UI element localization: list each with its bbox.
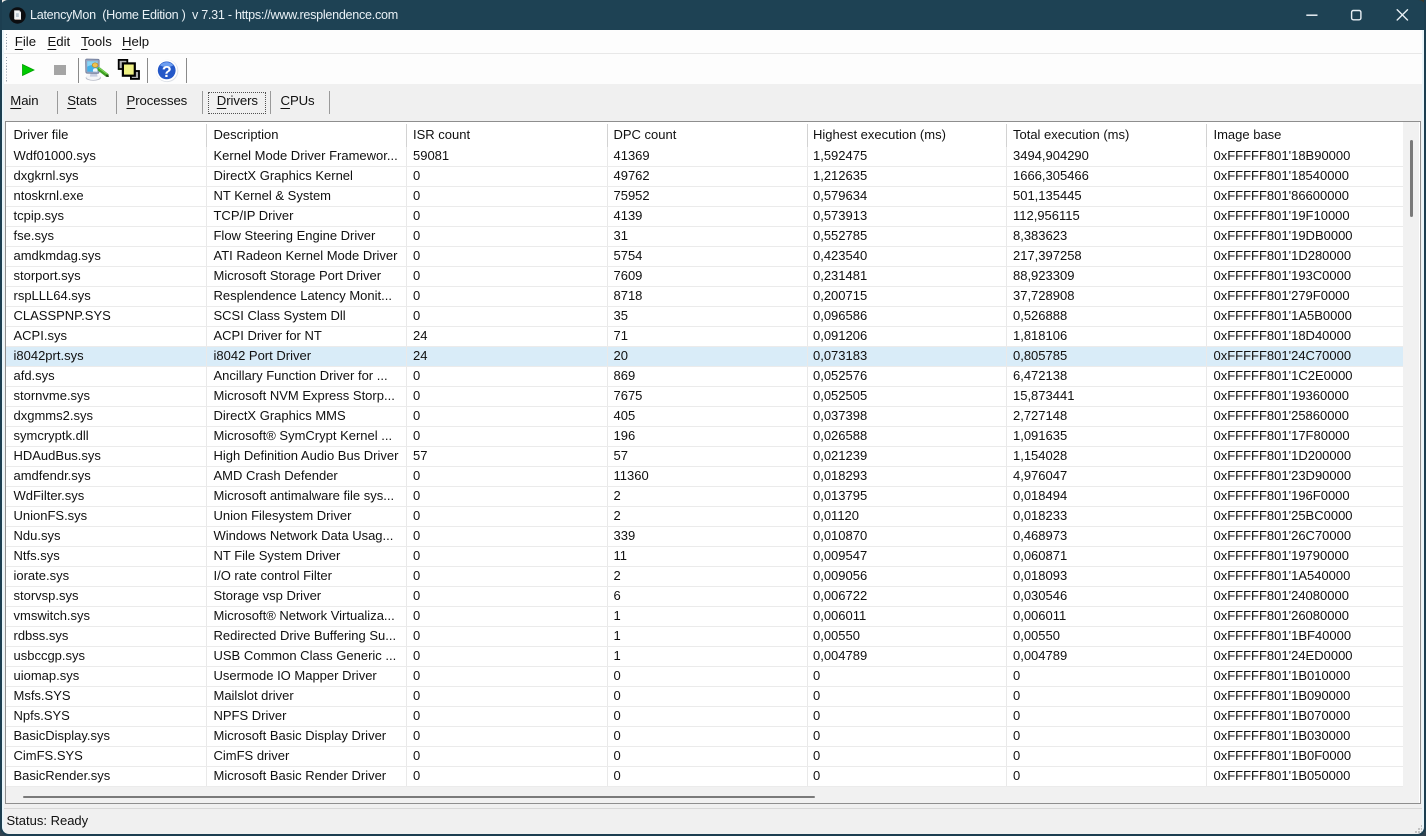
svg-text:?: ?: [161, 64, 171, 81]
